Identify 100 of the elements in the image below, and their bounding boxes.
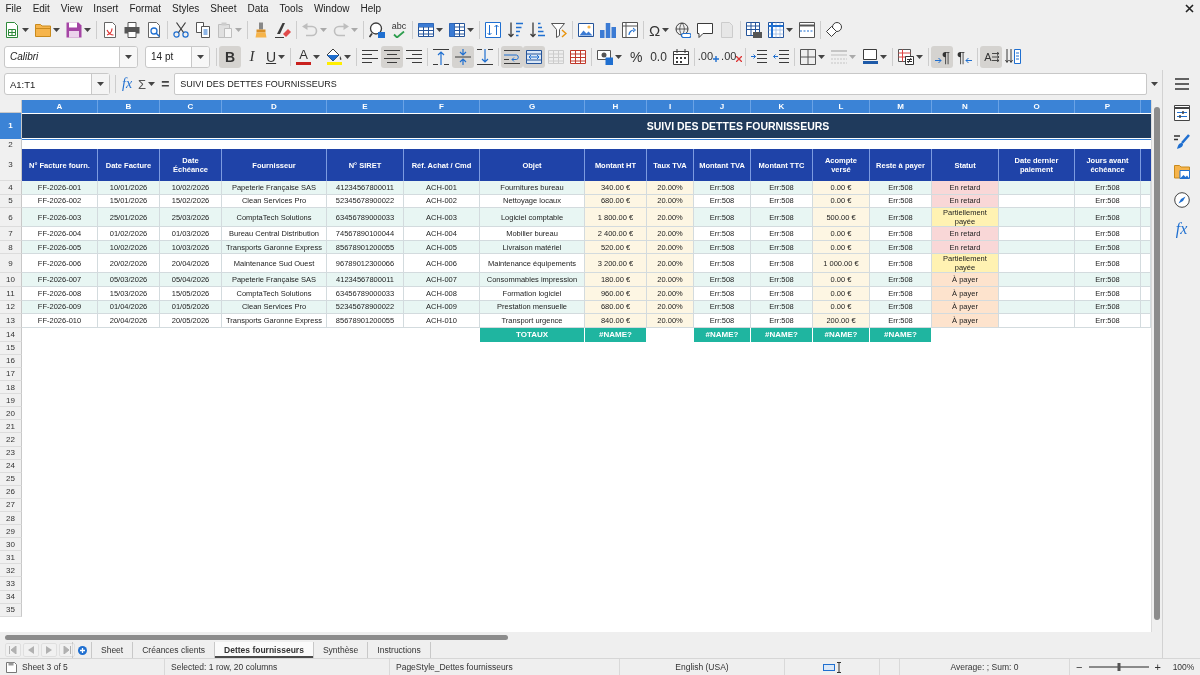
functions-button[interactable]: fx [1168, 217, 1195, 241]
bold-button[interactable]: B [219, 45, 241, 68]
row-header[interactable]: 1 [0, 113, 22, 139]
print-preview-icon [146, 22, 162, 38]
row-header[interactable]: 18 [0, 381, 22, 395]
left-to-right-button[interactable]: ¶ [931, 45, 954, 68]
align-left-icon [362, 49, 379, 64]
row-header[interactable]: 4 [0, 181, 22, 195]
right-to-left-button[interactable]: ¶ [953, 45, 976, 68]
pivot-table-button[interactable] [619, 19, 641, 41]
row-header[interactable]: 3 [0, 149, 22, 181]
function-wizard-button[interactable]: fx [119, 73, 136, 95]
borders-icon [800, 48, 817, 65]
caret-icon [615, 54, 623, 59]
caret-icon [662, 28, 670, 32]
menu-item[interactable]: Styles [166, 0, 205, 17]
pivot-table-icon [622, 22, 638, 38]
eraser-icon [275, 22, 291, 38]
font-color-button[interactable]: A [293, 45, 324, 68]
row-header[interactable]: 22 [0, 433, 22, 447]
menu-item[interactable]: Sheet [204, 0, 242, 17]
row-header[interactable]: 6 [0, 208, 22, 228]
row-header[interactable]: 7 [0, 227, 22, 241]
menu-item[interactable]: Edit [27, 0, 56, 17]
close-document-button[interactable] [1183, 2, 1196, 15]
menu-item[interactable]: Data [241, 0, 275, 17]
row-header[interactable]: 10 [0, 273, 22, 287]
row-header[interactable]: 21 [0, 420, 22, 434]
caret-icon [125, 54, 132, 59]
font-name-field[interactable]: Calibri [4, 45, 138, 68]
menu-item[interactable]: Help [355, 0, 387, 17]
row-header[interactable]: 33 [0, 577, 22, 591]
align-center-button[interactable] [381, 45, 404, 68]
wrap-text-button[interactable] [501, 45, 524, 68]
row-header[interactable]: 20 [0, 407, 22, 421]
formula-button[interactable]: = [158, 73, 173, 95]
scissors-icon [173, 22, 189, 38]
line-style-icon [831, 48, 848, 65]
vertical-text-icon [1005, 49, 1022, 64]
percent-format-button[interactable]: % [625, 45, 648, 68]
table-cell [1141, 227, 1151, 241]
special-character-button[interactable]: Ω [646, 19, 673, 41]
caret-icon [467, 28, 474, 32]
undo-icon [302, 22, 318, 38]
folder-icon [35, 22, 51, 38]
spelling-button[interactable]: abc [388, 19, 410, 41]
add-decimal-button[interactable]: .00 [696, 45, 721, 68]
row-header[interactable]: 31 [0, 551, 22, 565]
text-direction-button[interactable]: A [980, 45, 1003, 68]
table-cell [1141, 300, 1151, 315]
sort-button[interactable] [482, 19, 504, 41]
zoom-in-button[interactable]: + [1154, 661, 1161, 673]
table-cell [1141, 208, 1151, 228]
freeze-panes-icon [768, 22, 785, 38]
unmerge-cells-icon [570, 48, 587, 65]
cut-button[interactable] [170, 19, 192, 41]
merge-center-button[interactable] [523, 45, 546, 68]
find-replace-button[interactable] [366, 19, 388, 41]
font-size-field[interactable]: 14 pt [145, 45, 210, 68]
zoom-out-button[interactable]: − [1076, 661, 1083, 673]
number-format-button[interactable]: 0.0 [647, 45, 670, 68]
dropdown-button[interactable] [91, 74, 109, 94]
row-header[interactable]: 2 [0, 139, 22, 149]
table-cell [1141, 181, 1151, 195]
scrollbar-thumb[interactable] [5, 634, 508, 640]
page-style: PageStyle_Dettes fournisseurs [396, 662, 513, 672]
italic-button[interactable]: I [241, 45, 263, 68]
save-icon [66, 22, 82, 38]
row-header[interactable]: 13 [0, 314, 22, 328]
name-box[interactable]: A1:T1 [4, 73, 110, 95]
menu-item[interactable]: Window [308, 0, 355, 17]
sheet-tab[interactable]: Dettes fournisseurs [215, 642, 314, 658]
menu-item[interactable]: Format [123, 0, 167, 17]
triangle-right-icon [45, 646, 53, 654]
row-header[interactable]: 30 [0, 538, 22, 552]
caret-icon [1150, 82, 1158, 86]
menu-item[interactable]: File [0, 0, 28, 17]
sum-button[interactable]: Σ [135, 73, 159, 95]
delete-decimal-button[interactable]: .00 [720, 45, 744, 68]
close-icon [1185, 4, 1194, 13]
menu-item[interactable]: Tools [274, 0, 309, 17]
row-header[interactable]: 19 [0, 394, 22, 408]
zoom-percent[interactable]: 100% [1172, 662, 1195, 672]
menu-item[interactable]: View [55, 0, 88, 17]
center-vertically-button[interactable] [452, 45, 475, 68]
menu-item[interactable]: Insert [87, 0, 124, 17]
caret-icon [53, 28, 60, 32]
row-header[interactable]: 9 [0, 254, 22, 274]
formula-input[interactable]: SUIVI DES DETTES FOURNISSEURS [174, 73, 1147, 95]
skip-right-icon [63, 646, 71, 654]
table-rows-icon [418, 22, 434, 38]
row-header[interactable]: 32 [0, 564, 22, 578]
slider-thumb[interactable] [1117, 663, 1120, 671]
scrollbar-thumb[interactable] [1154, 107, 1160, 620]
border-color-icon [862, 49, 879, 60]
dropdown-button[interactable] [191, 46, 209, 67]
pdf-file-icon [102, 22, 118, 38]
row-header[interactable]: 29 [0, 525, 22, 539]
underline-button[interactable]: U [263, 45, 289, 68]
dropdown-button[interactable] [119, 46, 137, 67]
